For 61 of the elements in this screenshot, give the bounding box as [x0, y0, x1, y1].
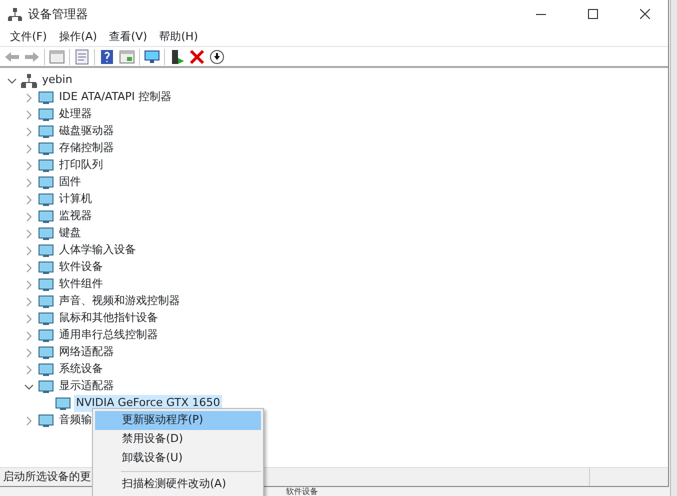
help-icon[interactable]	[99, 48, 115, 64]
device-icon	[38, 260, 54, 276]
tree-item[interactable]: 磁盘驱动器	[57, 123, 116, 140]
tree-item[interactable]: IDE ATA/ATAPI 控制器	[57, 89, 174, 106]
tree-item[interactable]: 软件设备	[57, 259, 105, 276]
menu-item[interactable]: 操作(A)	[52, 28, 104, 46]
tree-item[interactable]: 监视器	[57, 208, 94, 225]
tree-item[interactable]: 固件	[57, 174, 83, 191]
device-icon	[38, 344, 54, 360]
device-icon	[38, 310, 54, 326]
device-icon	[38, 106, 54, 122]
tree-item[interactable]: 声音、视频和游戏控制器	[57, 293, 182, 310]
device-icon	[38, 208, 54, 224]
device-icon	[38, 362, 54, 378]
tree-item[interactable]: 打印队列	[57, 157, 105, 174]
monitor-icon[interactable]	[144, 48, 160, 64]
device-icon	[38, 378, 54, 394]
window-icon[interactable]	[119, 48, 135, 64]
tree-item[interactable]: 键盘	[57, 225, 83, 242]
tree-item[interactable]: 软件组件	[57, 276, 105, 293]
context-menu-item[interactable]: 卸载设备(U)	[95, 449, 261, 468]
network-computer-icon	[8, 7, 22, 21]
device-icon	[38, 158, 54, 174]
device-icon	[38, 226, 54, 242]
tree-item[interactable]: 人体学输入设备	[57, 242, 138, 259]
tree-item[interactable]: 存储控制器	[57, 140, 116, 157]
maximize-icon	[588, 9, 598, 19]
device-icon	[38, 276, 54, 292]
tree-item[interactable]: 鼠标和其他指针设备	[57, 310, 160, 327]
device-icon	[38, 174, 54, 190]
document-icon[interactable]	[74, 48, 90, 64]
tree-item[interactable]: 音频输	[57, 412, 94, 429]
delete-icon[interactable]	[189, 48, 205, 64]
menu-item[interactable]: 文件(F)	[4, 28, 53, 46]
tree-item[interactable]: 处理器	[57, 106, 94, 123]
device-icon	[38, 294, 54, 310]
tree-item[interactable]: 显示适配器	[57, 378, 116, 395]
context-menu-item[interactable]: 更新驱动程序(P)	[95, 411, 261, 430]
window-title: 设备管理器	[28, 6, 88, 23]
download-circle-icon[interactable]	[209, 48, 225, 64]
context-menu-item[interactable]: 禁用设备(D)	[95, 430, 261, 449]
tree-item[interactable]: 计算机	[57, 191, 94, 208]
menu-item[interactable]: 帮助(H)	[153, 28, 204, 46]
device-icon	[38, 124, 54, 140]
tree-item[interactable]: yebin	[40, 72, 74, 89]
computer-network-icon	[21, 72, 37, 88]
device-icon	[38, 412, 54, 428]
device-icon	[38, 140, 54, 156]
tree-item[interactable]: 通用串行总线控制器	[57, 327, 160, 344]
tree-item[interactable]: 网络适配器	[57, 344, 116, 361]
device-icon	[38, 90, 54, 106]
close-icon	[640, 9, 650, 19]
menu-item[interactable]: 查看(V)	[103, 28, 154, 46]
device-icon	[38, 192, 54, 208]
tree-item[interactable]: 系统设备	[57, 361, 105, 378]
device-icon	[38, 328, 54, 344]
device-icon	[55, 396, 71, 412]
window-icon[interactable]	[49, 48, 65, 64]
device-icon	[38, 242, 54, 258]
device-arrow-icon[interactable]	[169, 48, 185, 64]
background-text: 软件设备	[286, 487, 318, 496]
